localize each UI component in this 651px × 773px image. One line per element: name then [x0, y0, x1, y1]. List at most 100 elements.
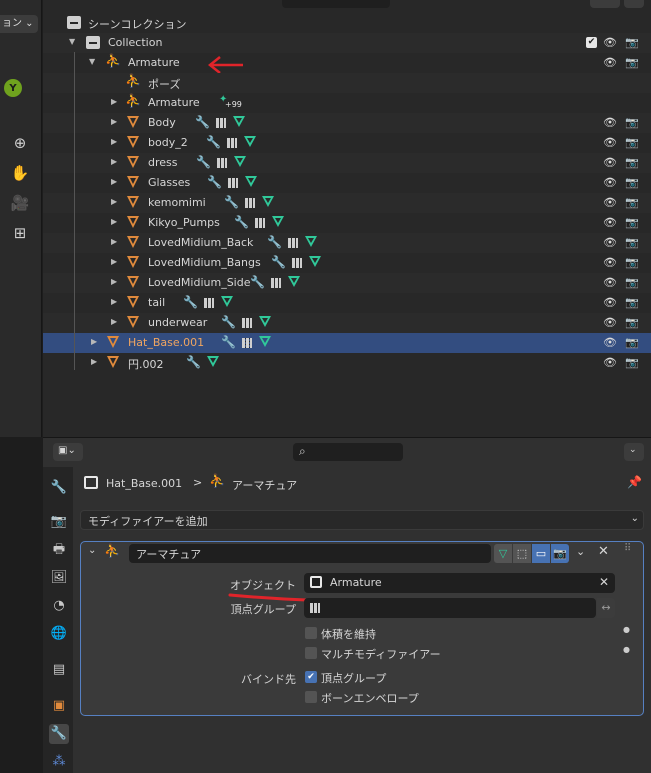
expand-triangle-icon[interactable]: ▶ — [111, 157, 117, 166]
outliner-row-collection[interactable]: ▼ Collection ✔ 👁 📷 — [43, 33, 651, 53]
remove-modifier-icon[interactable]: ✕ — [598, 544, 609, 559]
wrench-icon[interactable]: 🔧 — [196, 155, 211, 169]
mesh-data-icon[interactable] — [207, 356, 219, 367]
eye-icon[interactable]: 👁 — [603, 216, 617, 229]
eye-icon[interactable]: 👁 — [603, 196, 617, 209]
modifier-menu-chevron-icon[interactable]: ⌄ — [576, 545, 585, 558]
vertex-groups-icon[interactable] — [242, 338, 252, 348]
mesh-data-icon[interactable] — [305, 236, 317, 247]
expand-triangle-icon[interactable]: ▶ — [111, 117, 117, 126]
preserve-volume-checkbox[interactable] — [305, 627, 317, 639]
vertex-groups-icon[interactable] — [204, 298, 214, 308]
expand-triangle-icon[interactable]: ▶ — [111, 297, 117, 306]
eye-icon[interactable]: 👁 — [603, 236, 617, 249]
modifier-tab-icon[interactable]: 🔧 — [49, 724, 69, 744]
wrench-icon[interactable]: 🔧 — [195, 115, 210, 129]
render-camera-icon[interactable]: 📷 — [625, 116, 639, 129]
grid-icon[interactable]: ⊞ — [6, 221, 34, 245]
object-field[interactable]: Armature ✕ — [304, 573, 615, 593]
vertex-groups-icon[interactable] — [288, 238, 298, 248]
expand-triangle-icon[interactable]: ▶ — [111, 97, 117, 106]
render-camera-icon[interactable]: 📷 — [625, 336, 639, 349]
render-tab-icon[interactable]: 📷 — [49, 512, 69, 532]
expand-triangle-icon[interactable]: ▶ — [111, 177, 117, 186]
render-camera-icon[interactable]: 📷 — [625, 176, 639, 189]
mesh-data-icon[interactable] — [259, 316, 271, 327]
expand-triangle-icon[interactable]: ▶ — [111, 217, 117, 226]
clear-icon[interactable]: ✕ — [599, 575, 609, 589]
vertex-groups-icon[interactable] — [271, 278, 281, 288]
expand-triangle-icon[interactable]: ▶ — [111, 277, 117, 286]
collapse-chevron-icon[interactable]: ⌄ — [88, 545, 96, 556]
outliner-row-mesh[interactable]: ▶ LovedMidium_Bangs 🔧 👁 📷 — [43, 253, 651, 273]
add-modifier-dropdown[interactable]: モディファイアーを追加 ⌄ — [80, 510, 644, 530]
outliner-row-mesh[interactable]: ▶ 円.002 🔧 👁 📷 — [43, 353, 651, 373]
outliner-row-mesh[interactable]: ▶ dress 🔧 👁 📷 — [43, 153, 651, 173]
expand-triangle-icon[interactable]: ▶ — [111, 197, 117, 206]
render-toggle-icon[interactable]: 📷 — [551, 544, 569, 563]
wrench-icon[interactable]: 🔧 — [234, 215, 249, 229]
new-collection-button[interactable] — [624, 0, 644, 8]
multi-modifier-checkbox[interactable] — [305, 647, 317, 659]
bind-vertex-groups-checkbox[interactable]: ✔ — [305, 671, 317, 683]
eye-icon[interactable]: 👁 — [603, 296, 617, 309]
vertex-groups-icon[interactable] — [227, 138, 237, 148]
modifier-name-input[interactable]: アーマチュア — [129, 544, 491, 563]
output-tab-icon[interactable]: 🖶 — [49, 540, 69, 560]
outliner-row-armature[interactable]: ▼ ⛹ Armature 👁 📷 — [43, 53, 651, 73]
mesh-data-icon[interactable] — [259, 336, 271, 347]
expand-triangle-icon[interactable]: ▶ — [111, 317, 117, 326]
collection-tab-icon[interactable]: ▤ — [49, 660, 69, 680]
render-camera-icon[interactable]: 📷 — [625, 136, 639, 149]
eye-icon[interactable]: 👁 — [603, 256, 617, 269]
mesh-data-icon[interactable] — [233, 116, 245, 127]
expand-triangle-icon[interactable]: ▼ — [69, 37, 75, 46]
outliner-row-mesh[interactable]: ▶ LovedMidium_Side 🔧 👁 📷 — [43, 273, 651, 293]
render-camera-icon[interactable]: 📷 — [625, 196, 639, 209]
render-camera-icon[interactable]: 📷 — [625, 156, 639, 169]
render-camera-icon[interactable]: 📷 — [625, 356, 639, 369]
render-camera-icon[interactable]: 📷 — [625, 216, 639, 229]
object-tab-icon[interactable]: ▣ — [49, 696, 69, 716]
wrench-icon[interactable]: 🔧 — [221, 315, 236, 329]
wrench-icon[interactable]: 🔧 — [267, 235, 282, 249]
expand-triangle-icon[interactable]: ▶ — [111, 237, 117, 246]
eye-icon[interactable]: 👁 — [603, 316, 617, 329]
mesh-data-icon[interactable] — [262, 196, 274, 207]
mesh-data-icon[interactable] — [288, 276, 300, 287]
outliner-row-mesh-selected[interactable]: ▶ Hat_Base.001 🔧 👁 📷 — [43, 333, 651, 353]
vertex-groups-icon[interactable] — [242, 318, 252, 328]
wrench-icon[interactable]: 🔧 — [271, 255, 286, 269]
world-tab-icon[interactable]: 🌐 — [49, 624, 69, 644]
mesh-data-icon[interactable] — [272, 216, 284, 227]
outliner-row-mesh[interactable]: ▶ body_2 🔧 👁 📷 — [43, 133, 651, 153]
eye-icon[interactable]: 👁 — [603, 356, 617, 369]
y-axis-gizmo[interactable]: Y — [4, 79, 22, 97]
eye-icon[interactable]: 👁 — [603, 176, 617, 189]
vertex-groups-icon[interactable] — [228, 178, 238, 188]
wrench-icon[interactable]: 🔧 — [186, 355, 201, 369]
tool-tab-icon[interactable]: 🔧 — [49, 478, 69, 498]
vertex-groups-icon[interactable] — [292, 258, 302, 268]
keyframe-dot-icon[interactable]: ● — [623, 645, 630, 654]
outliner-row-scene-collection[interactable]: シーンコレクション — [43, 13, 651, 33]
expand-triangle-icon[interactable]: ▶ — [111, 257, 117, 266]
vertex-groups-icon[interactable] — [255, 218, 265, 228]
eye-icon[interactable]: 👁 — [603, 136, 617, 149]
mesh-data-icon[interactable] — [234, 156, 246, 167]
eye-icon[interactable]: 👁 — [603, 276, 617, 289]
view-layer-tab-icon[interactable]: 🖼 — [49, 568, 69, 588]
editor-type-button[interactable]: ▣⌄ — [53, 443, 83, 461]
outliner-row-mesh[interactable]: ▶ Body 🔧 👁 📷 — [43, 113, 651, 133]
eye-icon[interactable]: 👁 — [603, 336, 617, 349]
on-cage-toggle-icon[interactable]: ⬚ — [513, 544, 531, 563]
pin-icon[interactable]: 📌 — [627, 475, 642, 489]
wrench-icon[interactable]: 🔧 — [221, 335, 236, 349]
outliner-row-mesh[interactable]: ▶ LovedMidium_Back 🔧 👁 📷 — [43, 233, 651, 253]
hand-icon[interactable]: ✋ — [6, 161, 34, 185]
options-dropdown[interactable]: ⌄ — [624, 443, 644, 461]
expand-triangle-icon[interactable]: ▶ — [91, 337, 97, 346]
vertex-groups-icon[interactable] — [245, 198, 255, 208]
mesh-data-icon[interactable] — [244, 136, 256, 147]
mode-dropdown[interactable]: ョン ⌄ — [0, 15, 38, 33]
